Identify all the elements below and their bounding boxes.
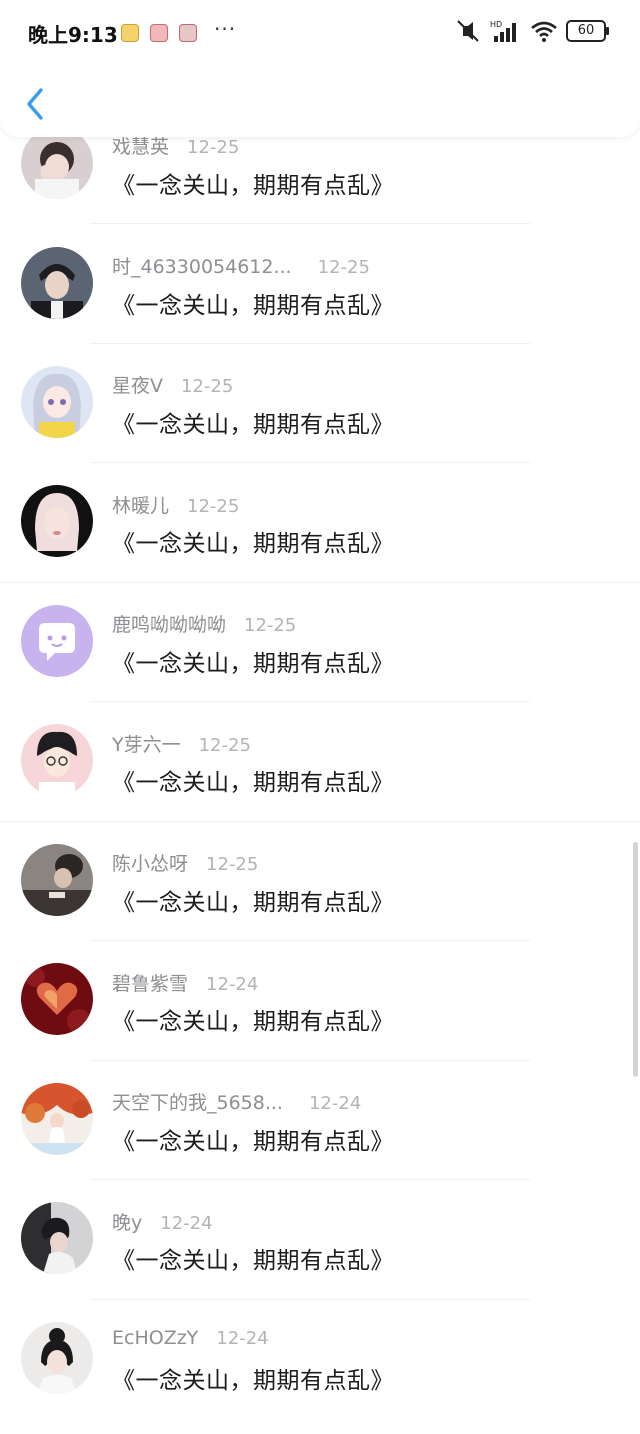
avatar[interactable]: [21, 844, 93, 916]
avatar[interactable]: [21, 1202, 93, 1274]
status-icons: HD 60: [454, 19, 609, 43]
comment-date: 12-25: [187, 137, 240, 158]
divider: [90, 940, 530, 941]
svg-text:HD: HD: [490, 20, 502, 29]
list-item[interactable]: 星夜V 12-25 《一念关山，期期有点乱》: [0, 358, 640, 478]
divider: [90, 1299, 530, 1300]
user-name[interactable]: 晚y: [112, 1208, 142, 1235]
notification-app-icon: [179, 24, 197, 42]
comment-date: 12-25: [187, 496, 240, 517]
scrollbar[interactable]: [633, 842, 638, 1077]
user-name[interactable]: 碧鲁紫雪: [112, 969, 188, 996]
user-name[interactable]: 时_46330054612...: [112, 252, 292, 279]
back-button[interactable]: [22, 84, 52, 124]
status-bar: 晚上9:13 ··· HD 60: [0, 0, 640, 62]
message-text: 《一念关山，期期有点乱》: [112, 531, 394, 557]
user-name[interactable]: 星夜V: [112, 371, 163, 398]
avatar[interactable]: [21, 1322, 93, 1394]
message-text: 《一念关山，期期有点乱》: [112, 412, 394, 438]
message-text: 《一念关山，期期有点乱》: [112, 1129, 394, 1155]
message-text: 《一念关山，期期有点乱》: [112, 293, 394, 319]
divider: [90, 1179, 530, 1180]
avatar[interactable]: [21, 963, 93, 1035]
comment-date: 12-24: [308, 1093, 362, 1114]
list-item[interactable]: Y芽六一 12-25 《一念关山，期期有点乱》: [0, 717, 640, 837]
message-text: 《一念关山，期期有点乱》: [112, 1368, 394, 1394]
message-text: 《一念关山，期期有点乱》: [112, 1248, 394, 1274]
list-item[interactable]: 林暖儿 12-25 《一念关山，期期有点乱》: [0, 478, 640, 598]
notification-app-icon: [150, 24, 168, 42]
list-item[interactable]: 晚y 12-24 《一念关山，期期有点乱》: [0, 1195, 640, 1315]
user-name[interactable]: 天空下的我_5658...: [112, 1088, 283, 1115]
comment-date: 12-24: [206, 974, 259, 995]
notification-app-icon: [121, 24, 139, 42]
divider: [0, 821, 640, 822]
comment-date: 12-24: [160, 1213, 213, 1234]
avatar[interactable]: [21, 127, 93, 199]
avatar[interactable]: [21, 724, 93, 796]
more-notifications-icon: ···: [214, 17, 237, 41]
wifi-icon: [531, 21, 557, 42]
list-item[interactable]: 戏慧英 12-25 《一念关山，期期有点乱》: [0, 120, 640, 240]
comment-date: 12-25: [198, 735, 251, 756]
battery-icon: 60: [566, 20, 609, 42]
message-text: 《一念关山，期期有点乱》: [112, 890, 394, 916]
list-item[interactable]: 天空下的我_5658... 12-24 《一念关山，期期有点乱》: [0, 1075, 640, 1195]
avatar[interactable]: [21, 247, 93, 319]
message-text: 《一念关山，期期有点乱》: [112, 651, 394, 677]
list-item[interactable]: 碧鲁紫雪 12-24 《一念关山，期期有点乱》: [0, 956, 640, 1076]
avatar[interactable]: [21, 1083, 93, 1155]
divider: [90, 343, 530, 344]
comment-date: 12-24: [216, 1328, 269, 1349]
comment-date: 12-25: [181, 376, 234, 397]
comment-date: 12-25: [244, 615, 297, 636]
divider: [90, 1060, 530, 1061]
avatar[interactable]: [21, 605, 93, 677]
top-header: 晚上9:13 ··· HD 60: [0, 0, 640, 137]
divider: [0, 582, 640, 583]
divider: [90, 223, 530, 224]
user-name[interactable]: 鹿鸣呦呦呦呦: [112, 610, 226, 637]
list-item[interactable]: 陈小怂呀 12-25 《一念关山，期期有点乱》: [0, 836, 640, 956]
list-item[interactable]: EcHOZzY 12-24 《一念关山，期期有点乱》: [0, 1314, 640, 1434]
user-name[interactable]: 林暖儿: [112, 491, 169, 518]
comment-date: 12-25: [317, 257, 370, 278]
divider: [90, 701, 530, 702]
status-time: 晚上9:13: [28, 23, 118, 47]
user-name[interactable]: Y芽六一: [112, 730, 181, 757]
chevron-left-icon: [27, 88, 43, 120]
user-name[interactable]: EcHOZzY: [112, 1327, 198, 1349]
signal-icon: HD: [490, 20, 516, 42]
list-item[interactable]: 鹿鸣呦呦呦呦 12-25 《一念关山，期期有点乱》: [0, 597, 640, 717]
list-item[interactable]: 时_46330054612... 12-25 《一念关山，期期有点乱》: [0, 239, 640, 359]
divider: [90, 462, 530, 463]
message-text: 《一念关山，期期有点乱》: [112, 770, 394, 796]
avatar[interactable]: [21, 485, 93, 557]
avatar[interactable]: [21, 366, 93, 438]
comment-date: 12-25: [206, 854, 259, 875]
message-text: 《一念关山，期期有点乱》: [112, 173, 394, 199]
message-text: 《一念关山，期期有点乱》: [112, 1009, 394, 1035]
mute-icon: [457, 20, 479, 42]
user-name[interactable]: 陈小怂呀: [112, 849, 188, 876]
